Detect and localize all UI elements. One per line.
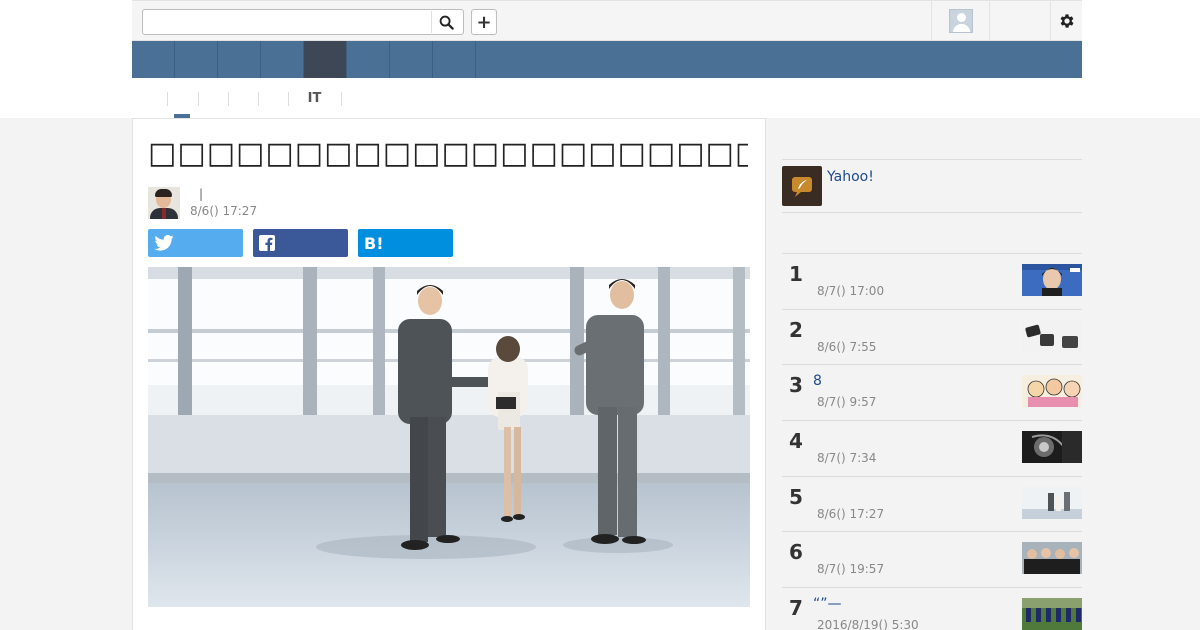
hatena-label: B! (364, 233, 384, 253)
rank-thumbnail[interactable] (1022, 375, 1082, 408)
ranking-list: 1 8/7() 17:00 2 8/6() 7:55 3 8 8/7() 9:5… (782, 253, 1082, 630)
rank-number: 7 (789, 596, 803, 621)
tab-category-5[interactable] (258, 86, 288, 112)
tab-category-3[interactable] (198, 86, 228, 112)
rank-date: 2016/8/19() 5:30 (817, 618, 919, 630)
user-menu-button[interactable] (931, 1, 990, 41)
rank-thumbnail[interactable] (1022, 486, 1082, 519)
ranking-item[interactable]: 3 8 8/7() 9:57 (782, 365, 1082, 422)
avatar (948, 9, 973, 33)
search-icon (439, 15, 454, 30)
ranking-item[interactable]: 7 “”— 2016/8/19() 5:30 (782, 588, 1082, 630)
article-image (148, 267, 750, 607)
search-input[interactable] (143, 10, 429, 34)
tab-category-2[interactable] (167, 86, 198, 112)
rank-date: 8/6() 17:27 (817, 506, 885, 521)
twitter-icon (154, 235, 174, 251)
rank-thumbnail[interactable] (1022, 431, 1082, 464)
rank-number: 5 (789, 484, 803, 509)
rank-date: 8/6() 7:55 (817, 339, 877, 354)
article-title: □□□□□□□□□□□□□□□□□□□□□□□□□□□ (148, 136, 748, 171)
rank-number: 4 (789, 429, 803, 454)
main-nav (132, 41, 1082, 78)
nav-item[interactable] (261, 41, 304, 78)
rank-thumbnail[interactable] (1022, 542, 1082, 575)
rank-number: 6 (789, 540, 803, 565)
ranking-item[interactable]: 6 8/7() 19:57 (782, 532, 1082, 589)
yahoo-label: Yahoo! (827, 169, 874, 185)
rank-number: 1 (789, 262, 803, 286)
rank-thumbnail[interactable] (1022, 264, 1082, 296)
hatena-bookmark-button[interactable]: B! (358, 229, 453, 257)
ranking-item[interactable]: 2 8/6() 7:55 (782, 310, 1082, 366)
ranking-item[interactable]: 4 8/7() 7:34 (782, 421, 1082, 477)
sidebar: Yahoo! 1 8/7() 17:00 2 8/6() 7:55 3 8 8/… (766, 118, 1082, 630)
ranking-item[interactable]: 1 8/7() 17:00 (782, 254, 1082, 310)
author-avatar[interactable] (148, 187, 180, 219)
settings-button[interactable] (1050, 1, 1082, 41)
ranking-item[interactable]: 5 8/6() 17:27 (782, 477, 1082, 533)
nav-item[interactable] (218, 41, 261, 78)
nav-item[interactable] (347, 41, 390, 78)
facebook-icon (259, 235, 275, 251)
tab-category-1[interactable] (132, 86, 190, 118)
rank-thumbnail[interactable] (1022, 319, 1082, 352)
nav-item[interactable] (132, 41, 175, 78)
rank-number: 2 (789, 317, 803, 342)
top-bar: + (132, 0, 1082, 41)
rank-number: 3 (789, 373, 803, 398)
add-button[interactable]: + (471, 9, 497, 35)
category-tabs: IT (132, 86, 371, 118)
rank-date: 8/7() 17:00 (817, 284, 885, 298)
nav-item-active[interactable] (304, 41, 347, 78)
author-separator: | (199, 187, 204, 201)
article: □□□□□□□□□□□□□□□□□□□□□□□□□□□ | 8/6() 17:2… (132, 118, 766, 630)
article-date: 8/6() 17:27 (190, 204, 258, 218)
rank-date: 8/7() 19:57 (817, 562, 885, 577)
nav-item[interactable] (175, 41, 218, 78)
nav-item[interactable] (390, 41, 433, 78)
tab-it[interactable]: IT (288, 86, 341, 112)
rank-date: 8/7() 7:34 (817, 451, 877, 466)
search-box (142, 9, 464, 35)
twitter-share-button[interactable] (148, 229, 243, 257)
tab-category-7[interactable] (341, 86, 371, 112)
rank-thumbnail[interactable] (1022, 598, 1082, 630)
rank-date: 8/7() 9:57 (817, 395, 877, 410)
yahoo-author-box[interactable]: Yahoo! (782, 159, 1082, 213)
nav-item[interactable] (433, 41, 476, 78)
tab-category-4[interactable] (228, 86, 258, 112)
search-button[interactable] (431, 11, 461, 33)
rank-title[interactable]: 8 (813, 373, 822, 389)
rank-title[interactable]: “”— (813, 596, 842, 612)
feather-icon (782, 166, 822, 206)
gear-icon (1060, 14, 1074, 28)
facebook-share-button[interactable] (253, 229, 348, 257)
